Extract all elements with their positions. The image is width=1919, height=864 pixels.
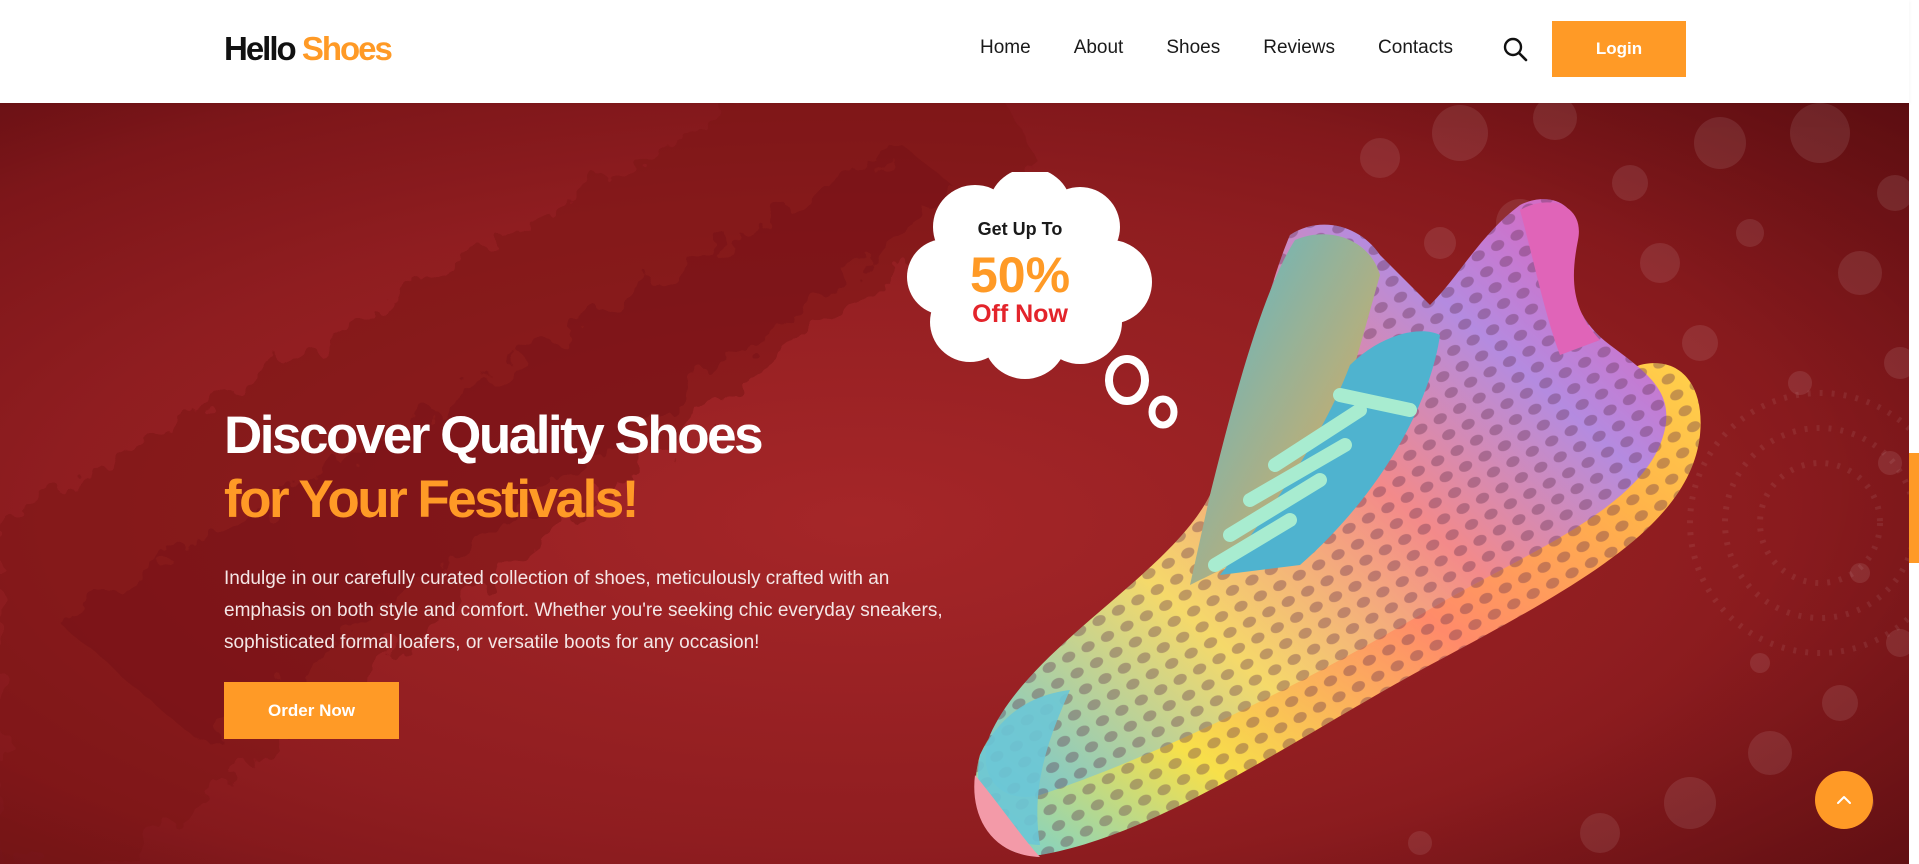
sneaker-image <box>974 199 1701 857</box>
nav-contacts[interactable]: Contacts <box>1378 37 1453 59</box>
hero-headline-line2: for Your Festivals! <box>224 470 639 529</box>
logo-word-shoes: Shoes <box>301 30 393 67</box>
back-to-top-button[interactable] <box>1815 771 1873 829</box>
main-nav: Home About Shoes Reviews Contacts <box>980 37 1496 59</box>
nav-shoes[interactable]: Shoes <box>1166 37 1220 59</box>
logo[interactable]: Hello Shoes <box>224 30 393 68</box>
scrollbar-thumb[interactable] <box>1909 453 1919 563</box>
order-now-button[interactable]: Order Now <box>224 682 399 739</box>
scrollbar-track[interactable] <box>1909 0 1919 864</box>
nav-reviews[interactable]: Reviews <box>1263 37 1335 59</box>
hero-description: Indulge in our carefully curated collect… <box>224 568 943 653</box>
nav-home[interactable]: Home <box>980 37 1031 59</box>
logo-word-hello: Hello <box>224 30 297 67</box>
chevron-up-icon <box>1837 796 1851 804</box>
hero-headline-line1: Discover Quality Shoes <box>224 406 764 465</box>
site-header: Hello Shoes Home About Shoes Reviews Con… <box>0 0 1909 103</box>
nav-about[interactable]: About <box>1074 37 1124 59</box>
search-icon[interactable] <box>1502 36 1528 62</box>
login-button[interactable]: Login <box>1552 21 1686 77</box>
